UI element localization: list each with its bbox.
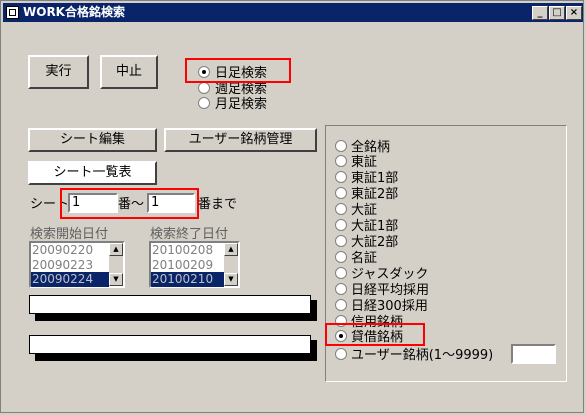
close-button[interactable]: × bbox=[566, 6, 582, 20]
market-radio-10[interactable] bbox=[335, 299, 347, 311]
market-radio-8[interactable] bbox=[335, 267, 347, 279]
window-title: WORK合格銘検索 bbox=[23, 5, 125, 19]
start-date-label: 検索開始日付 bbox=[30, 227, 109, 242]
market-radio-1[interactable] bbox=[335, 155, 347, 167]
sheet-range-suffix: 番まで bbox=[198, 197, 238, 212]
start-date-item-selected[interactable]: 20090224 bbox=[31, 272, 109, 287]
start-date-item[interactable]: 20090223 bbox=[31, 258, 109, 273]
market-radio-5[interactable] bbox=[335, 219, 347, 231]
daily-search-radio-indicator[interactable] bbox=[198, 66, 210, 78]
end-date-scrollbar[interactable]: ▲ ▼ bbox=[224, 243, 238, 286]
end-date-label: 検索終了日付 bbox=[150, 227, 229, 242]
sheet-edit-button[interactable]: シート編集 bbox=[28, 128, 157, 152]
user-stock-manage-button[interactable]: ユーザー銘柄管理 bbox=[164, 128, 317, 152]
end-date-item[interactable]: 20100208 bbox=[151, 243, 224, 258]
stop-button[interactable]: 中止 bbox=[100, 55, 158, 89]
weekly-search-radio[interactable] bbox=[198, 82, 210, 94]
market-radio-13[interactable] bbox=[335, 348, 347, 360]
end-date-item[interactable]: 20100209 bbox=[151, 258, 224, 273]
sheet-from-input[interactable]: 1 bbox=[68, 193, 118, 213]
end-date-listbox[interactable]: 20100208 20100209 20100210 ▲ ▼ bbox=[149, 241, 240, 288]
sheet-list-button[interactable]: シート一覧表 bbox=[28, 161, 157, 185]
market-label-13: ユーザー銘柄(1〜9999) bbox=[351, 348, 494, 363]
title-bar: WORK合格銘検索 _ □ × bbox=[3, 3, 583, 22]
market-radio-6[interactable] bbox=[335, 235, 347, 247]
monthly-search-label: 月足検索 bbox=[215, 97, 268, 112]
app-icon bbox=[6, 6, 19, 19]
market-radio-0[interactable] bbox=[335, 140, 347, 152]
progress-bar-1 bbox=[29, 295, 311, 314]
progress-bar-2 bbox=[29, 335, 311, 354]
scroll-up-icon[interactable]: ▲ bbox=[109, 243, 123, 256]
market-radio-2[interactable] bbox=[335, 171, 347, 183]
sheet-to-input[interactable]: 1 bbox=[147, 193, 195, 213]
margin-stock-highlight bbox=[325, 323, 425, 346]
market-radio-3[interactable] bbox=[335, 187, 347, 199]
scroll-up-icon[interactable]: ▲ bbox=[224, 243, 238, 256]
scroll-down-icon[interactable]: ▼ bbox=[224, 273, 238, 286]
market-radio-7[interactable] bbox=[335, 251, 347, 263]
start-date-scrollbar[interactable]: ▲ ▼ bbox=[109, 243, 123, 286]
daily-search-text: 日足検索 bbox=[215, 66, 268, 81]
app-window: WORK合格銘検索 _ □ × 実行 中止 日足検索 週足検索 月足検索 日足検… bbox=[0, 0, 584, 413]
user-stock-code-input[interactable] bbox=[511, 344, 556, 364]
scroll-down-icon[interactable]: ▼ bbox=[109, 273, 123, 286]
end-date-item-selected[interactable]: 20100210 bbox=[151, 272, 224, 287]
start-date-item[interactable]: 20090220 bbox=[31, 243, 109, 258]
minimize-button[interactable]: _ bbox=[532, 6, 548, 20]
maximize-button[interactable]: □ bbox=[549, 6, 565, 20]
monthly-search-radio[interactable] bbox=[198, 97, 210, 109]
run-button[interactable]: 実行 bbox=[28, 55, 89, 89]
start-date-listbox[interactable]: 20090220 20090223 20090224 ▲ ▼ bbox=[29, 241, 125, 288]
sheet-range-middle: 番〜 bbox=[118, 197, 145, 212]
market-radio-9[interactable] bbox=[335, 283, 347, 295]
market-radio-4[interactable] bbox=[335, 203, 347, 215]
